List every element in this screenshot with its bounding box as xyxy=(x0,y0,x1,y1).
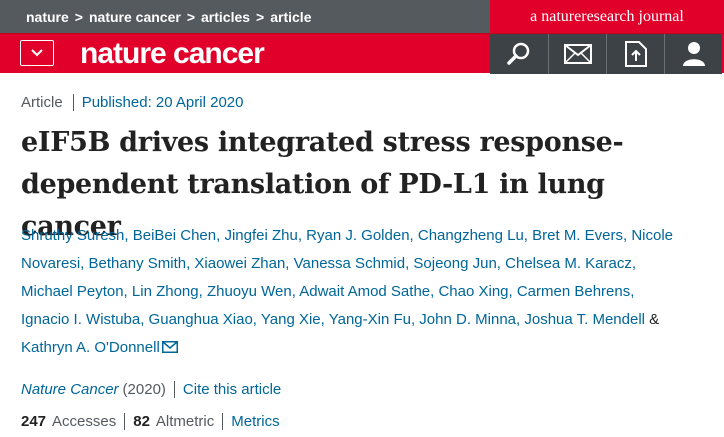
author-list: Shruthy Suresh, BeiBei Chen, Jingfei Zhu… xyxy=(21,222,711,362)
breadcrumb-item-nature-cancer[interactable]: nature cancer xyxy=(89,9,181,25)
submit-button[interactable] xyxy=(606,34,664,74)
search-button[interactable] xyxy=(490,34,548,74)
article-meta: Article Published: 20 April 2020 xyxy=(21,94,243,111)
breadcrumb-item-articles[interactable]: articles xyxy=(201,9,250,25)
author-line[interactable]: Michael Peyton, Lin Zhong, Zhuoyu Wen, A… xyxy=(21,278,711,306)
accesses-label: Accesses xyxy=(52,413,117,430)
journal-link[interactable]: Nature Cancer xyxy=(21,381,119,398)
upload-icon xyxy=(624,41,647,67)
user-icon xyxy=(682,42,705,66)
author-names[interactable]: Ignacio I. Wistuba, Guanghua Xiao, Yang … xyxy=(21,311,645,328)
corresponding-author[interactable]: Kathryn A. O'Donnell xyxy=(21,339,160,356)
author-line[interactable]: Shruthy Suresh, BeiBei Chen, Jingfei Zhu… xyxy=(21,222,711,250)
top-bar: nature > nature cancer > articles > arti… xyxy=(0,0,724,33)
author-line: Kathryn A. O'Donnell xyxy=(21,334,711,362)
altmetric-count: 82 xyxy=(133,413,150,430)
email-author-icon[interactable] xyxy=(161,341,178,353)
site-header: nature cancer xyxy=(0,33,724,74)
article-metrics: 247 Accesses 82 Altmetric Metrics xyxy=(21,413,280,430)
menu-button[interactable] xyxy=(20,40,54,66)
mail-icon xyxy=(563,44,592,64)
chevron-down-icon xyxy=(31,49,43,57)
header-actions xyxy=(490,34,722,74)
citation-year: (2020) xyxy=(123,381,175,398)
published-date: Published: 20 April 2020 xyxy=(81,94,244,111)
author-ampersand: & xyxy=(649,311,660,328)
article-type: Article xyxy=(21,94,74,111)
altmetric-metric: 82 Altmetric xyxy=(133,413,224,430)
breadcrumb-separator: > xyxy=(186,8,195,25)
site-logo[interactable]: nature cancer xyxy=(80,34,265,74)
journal-brand[interactable]: a natureresearch journal xyxy=(490,0,724,33)
breadcrumb-item-nature[interactable]: nature xyxy=(26,9,69,25)
metrics-link[interactable]: Metrics xyxy=(231,413,279,430)
breadcrumb-separator: > xyxy=(74,8,83,25)
citation-info: Nature Cancer (2020) Cite this article xyxy=(21,381,281,398)
breadcrumb: nature > nature cancer > articles > arti… xyxy=(26,0,311,33)
search-icon xyxy=(507,42,530,65)
account-button[interactable] xyxy=(664,34,722,74)
accesses-metric: 247 Accesses xyxy=(21,413,126,430)
accesses-count: 247 xyxy=(21,413,47,430)
altmetric-label: Altmetric xyxy=(155,413,215,430)
author-line[interactable]: Novaresi, Bethany Smith, Xiaowei Zhan, V… xyxy=(21,250,711,278)
cite-this-article-link[interactable]: Cite this article xyxy=(183,381,281,398)
email-alerts-button[interactable] xyxy=(548,34,606,74)
breadcrumb-separator: > xyxy=(256,8,265,25)
author-line: Ignacio I. Wistuba, Guanghua Xiao, Yang … xyxy=(21,306,711,334)
breadcrumb-item-article: article xyxy=(270,8,312,25)
